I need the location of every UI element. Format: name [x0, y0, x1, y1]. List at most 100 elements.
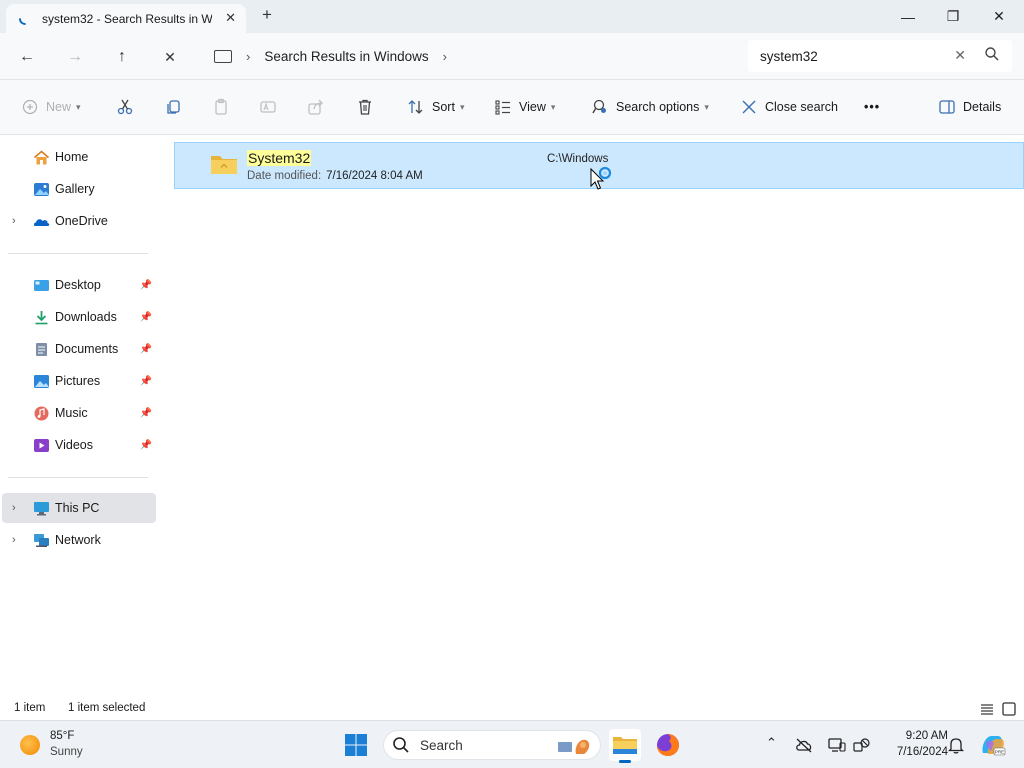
- sidebar-item-desktop[interactable]: Desktop 📌: [2, 270, 156, 300]
- chevron-right-icon[interactable]: ›: [12, 502, 16, 514]
- clock[interactable]: 9:20 AM 7/16/2024: [878, 728, 948, 760]
- onedrive-icon: [33, 218, 50, 226]
- sidebar-item-downloads[interactable]: Downloads 📌: [2, 302, 156, 332]
- tab-search-results[interactable]: system32 - Search Results in W ✕: [6, 4, 246, 33]
- pin-icon[interactable]: 📌: [140, 376, 152, 387]
- sidebar-item-label: Music: [55, 406, 88, 420]
- this-pc-icon: [214, 49, 232, 63]
- taskbar-file-explorer[interactable]: [609, 729, 641, 763]
- search-icon[interactable]: [984, 46, 1000, 62]
- delete-button[interactable]: [355, 95, 375, 119]
- cloud-offline-icon[interactable]: [795, 737, 813, 753]
- breadcrumb[interactable]: › Search Results in Windows ›: [204, 40, 732, 72]
- view-label: View: [519, 100, 546, 114]
- downloads-icon: [35, 310, 48, 324]
- chevron-right-icon[interactable]: ›: [12, 534, 16, 546]
- minimize-button[interactable]: —: [885, 0, 931, 33]
- pin-icon[interactable]: 📌: [140, 312, 152, 323]
- details-button[interactable]: Details: [937, 95, 1001, 119]
- pin-icon[interactable]: 📌: [140, 280, 152, 291]
- chevron-up-icon[interactable]: ⌃: [766, 735, 777, 751]
- trash-icon: [355, 97, 375, 117]
- file-name[interactable]: System32: [247, 150, 312, 166]
- display-icon[interactable]: [828, 737, 846, 753]
- close-search-button[interactable]: Close search: [739, 95, 838, 119]
- chevron-down-icon: ▾: [550, 101, 556, 112]
- folder-icon: [211, 156, 237, 174]
- tiles-view-icon[interactable]: [1001, 701, 1017, 717]
- notification-bell-icon[interactable]: [948, 736, 964, 754]
- details-view-icon[interactable]: [979, 701, 995, 717]
- sidebar-item-this-pc[interactable]: › This PC: [2, 493, 156, 523]
- forward-button[interactable]: →: [62, 44, 88, 70]
- sidebar-item-label: Desktop: [55, 278, 101, 292]
- chevron-right-icon[interactable]: ›: [443, 49, 447, 64]
- sidebar-item-label: This PC: [55, 501, 100, 515]
- breadcrumb-search-results[interactable]: Search Results in Windows: [264, 49, 428, 64]
- close-window-button[interactable]: ✕: [976, 0, 1022, 33]
- search-options-button[interactable]: Search options ▾: [590, 95, 709, 119]
- sidebar-item-label: Downloads: [55, 310, 117, 324]
- taskbar-search-label: Search: [420, 737, 463, 753]
- start-button[interactable]: [340, 729, 372, 761]
- clock-date: 7/16/2024: [896, 746, 948, 758]
- weather-temp: 85°F: [50, 730, 75, 742]
- taskbar: 85°F Sunny Search ⌃ 9:20 AM 7/16/2024 PR…: [0, 720, 1024, 768]
- stop-button[interactable]: ✕: [157, 44, 183, 70]
- sidebar-item-onedrive[interactable]: › OneDrive: [2, 206, 156, 236]
- command-bar: New ▾ Sort ▾ View ▾ Search options ▾ Clo…: [0, 80, 1024, 135]
- sidebar-item-gallery[interactable]: Gallery: [2, 174, 156, 204]
- copy-button[interactable]: [163, 95, 183, 119]
- tab-close-button[interactable]: ✕: [225, 10, 236, 26]
- more-options-button[interactable]: •••: [864, 95, 880, 119]
- sidebar-item-label: Documents: [55, 342, 119, 356]
- new-tab-button[interactable]: +: [262, 5, 272, 25]
- pin-icon[interactable]: 📌: [140, 408, 152, 419]
- details-label: Details: [963, 100, 1002, 114]
- selection-count: 1 item selected: [68, 702, 146, 714]
- chevron-right-icon[interactable]: ›: [246, 49, 250, 64]
- chevron-right-icon[interactable]: ›: [12, 215, 16, 227]
- view-button[interactable]: View ▾: [493, 95, 555, 119]
- search-results-pane[interactable]: System32 Date modified: 7/16/2024 8:04 AM…: [164, 135, 1024, 699]
- sort-label: Sort: [432, 100, 455, 114]
- sun-icon: [20, 735, 40, 755]
- gallery-icon: [34, 182, 49, 196]
- sidebar-item-label: Videos: [55, 438, 93, 452]
- cut-button[interactable]: [115, 95, 135, 119]
- back-button[interactable]: ←: [14, 44, 40, 70]
- sidebar-item-videos[interactable]: Videos 📌: [2, 430, 156, 460]
- sidebar-item-documents[interactable]: Documents 📌: [2, 334, 156, 364]
- pin-icon[interactable]: 📌: [140, 344, 152, 355]
- search-input[interactable]: [760, 48, 940, 64]
- sidebar-item-music[interactable]: Music 📌: [2, 398, 156, 428]
- copilot-icon[interactable]: PRE: [979, 731, 1007, 759]
- new-label: New: [46, 100, 72, 114]
- music-icon: [34, 406, 49, 420]
- new-button[interactable]: New ▾: [20, 95, 81, 119]
- paste-button[interactable]: [211, 95, 231, 119]
- up-button[interactable]: ↑: [109, 44, 135, 70]
- taskbar-firefox[interactable]: [652, 729, 684, 761]
- sidebar-item-label: Network: [55, 533, 101, 547]
- share-button[interactable]: [306, 95, 326, 119]
- item-count: 1 item: [14, 702, 46, 714]
- rename-button[interactable]: [258, 95, 278, 119]
- clear-search-button[interactable]: ✕: [954, 47, 966, 64]
- view-icon: [493, 97, 513, 117]
- maximize-button[interactable]: ❐: [930, 0, 976, 33]
- desktop-icon: [34, 279, 49, 291]
- taskbar-search[interactable]: Search: [383, 730, 601, 760]
- tab-title: system32 - Search Results in W: [42, 11, 212, 26]
- pin-icon[interactable]: 📌: [140, 440, 152, 451]
- sidebar-item-network[interactable]: › Network: [2, 525, 156, 555]
- sidebar-item-pictures[interactable]: Pictures 📌: [2, 366, 156, 396]
- home-icon: [33, 149, 50, 164]
- search-options-icon: [590, 97, 610, 117]
- network-status-icon[interactable]: [853, 737, 871, 753]
- loading-spinner-icon: [19, 17, 26, 25]
- sort-button[interactable]: Sort ▾: [406, 95, 464, 119]
- address-bar: ← → ↑ ✕ › Search Results in Windows › ✕: [0, 33, 1024, 80]
- sidebar-item-home[interactable]: Home: [2, 142, 156, 172]
- search-box[interactable]: ✕: [748, 40, 1012, 72]
